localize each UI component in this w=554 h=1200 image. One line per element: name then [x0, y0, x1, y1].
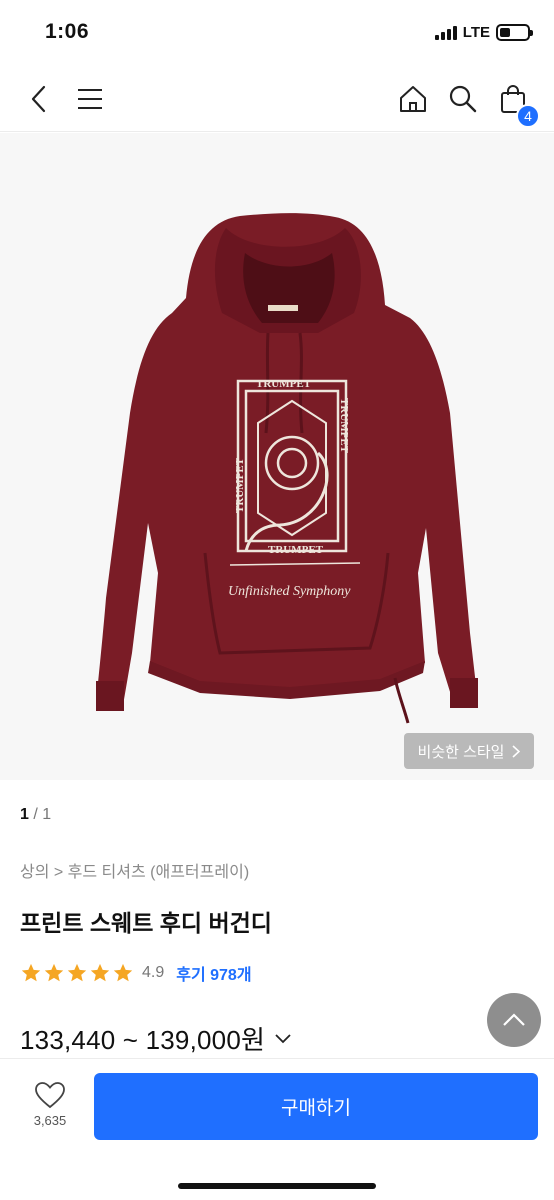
home-icon[interactable]: [396, 82, 430, 116]
similar-style-button[interactable]: 비슷한 스타일: [404, 733, 534, 769]
star-icon: [44, 963, 64, 982]
product-title: 프린트 스웨트 후디 버건디: [20, 910, 272, 936]
print-text-right: TRUMPET: [338, 398, 350, 454]
print-text-top: TRUMPET: [256, 378, 312, 390]
rating-stars: [20, 962, 134, 984]
scroll-top-button[interactable]: [487, 993, 541, 1047]
battery-icon: [496, 24, 533, 41]
pager-current: 1: [20, 806, 29, 823]
price-range[interactable]: 133,440 ~ 139,000원: [20, 1020, 291, 1057]
status-time: 1:06: [45, 20, 90, 43]
status-indicators: LTE: [434, 24, 533, 41]
signal-icon: [434, 25, 457, 40]
back-icon[interactable]: [22, 82, 56, 116]
status-bar: 1:06 LTE: [0, 0, 554, 64]
network-label: LTE: [462, 24, 490, 41]
price-text: 133,440 ~ 139,000원: [20, 1025, 266, 1055]
review-count-link[interactable]: 후기 978개: [176, 961, 251, 985]
chevron-right-icon: [512, 744, 521, 758]
pager-total: / 1: [33, 806, 52, 823]
bottom-purchase-bar: 3,635 구매하기: [0, 1058, 554, 1200]
buy-button[interactable]: 구매하기: [94, 1073, 538, 1140]
breadcrumb[interactable]: 상의 > 후드 티셔츠 (애프터프레이): [20, 858, 249, 882]
print-text-bottom: TRUMPET: [268, 544, 324, 556]
star-icon: [90, 963, 110, 982]
print-text-left: TRUMPET: [234, 457, 246, 513]
rating-row: 4.9 후기 978개: [20, 961, 252, 985]
home-indicator: [178, 1183, 376, 1189]
heart-icon: [35, 1082, 65, 1109]
like-button[interactable]: 3,635: [24, 1081, 76, 1128]
image-pager: 1 / 1: [20, 806, 51, 824]
search-icon[interactable]: [446, 82, 480, 116]
star-icon: [21, 963, 41, 982]
chevron-down-icon: [275, 1033, 291, 1043]
menu-icon[interactable]: [73, 82, 107, 116]
cart-button[interactable]: 4: [496, 82, 540, 128]
similar-style-label: 비슷한 스타일: [417, 743, 505, 761]
like-count: 3,635: [33, 1113, 67, 1128]
cart-count-badge: 4: [516, 104, 540, 128]
nav-bar: 4: [0, 64, 554, 132]
star-icon: [67, 963, 87, 982]
star-icon: [113, 963, 133, 982]
print-caption: Unfinished Symphony: [228, 584, 351, 599]
product-image[interactable]: TRUMPET TRUMPET TRUMPET TRUMPET Unfinish…: [0, 133, 554, 780]
rating-value: 4.9: [142, 964, 165, 981]
chevron-up-icon: [503, 1013, 525, 1026]
